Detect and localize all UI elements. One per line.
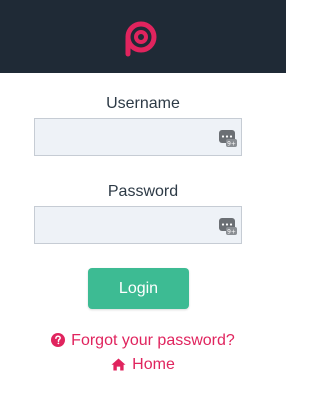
password-manager-icon[interactable]: 9+ <box>218 128 238 148</box>
password-manager-icon[interactable]: 9+ <box>218 216 238 236</box>
forgot-password-label: Forgot your password? <box>71 332 235 349</box>
login-button[interactable]: Login <box>88 268 189 309</box>
home-link[interactable]: Home <box>0 355 286 375</box>
username-input[interactable] <box>35 119 241 155</box>
home-icon <box>111 358 126 371</box>
forgot-password-link[interactable]: Forgot your password? <box>0 331 286 351</box>
svg-text:9+: 9+ <box>227 141 236 148</box>
svg-text:9+: 9+ <box>227 229 236 236</box>
username-label: Username <box>106 95 180 112</box>
password-input[interactable] <box>35 207 241 243</box>
password-field-container: 9+ <box>34 206 242 244</box>
username-field-container: 9+ <box>34 118 242 156</box>
home-label: Home <box>132 356 175 373</box>
top-header <box>0 0 286 73</box>
question-circle-icon <box>51 333 66 347</box>
brand-logo-icon[interactable] <box>119 16 161 58</box>
password-label: Password <box>107 183 179 200</box>
